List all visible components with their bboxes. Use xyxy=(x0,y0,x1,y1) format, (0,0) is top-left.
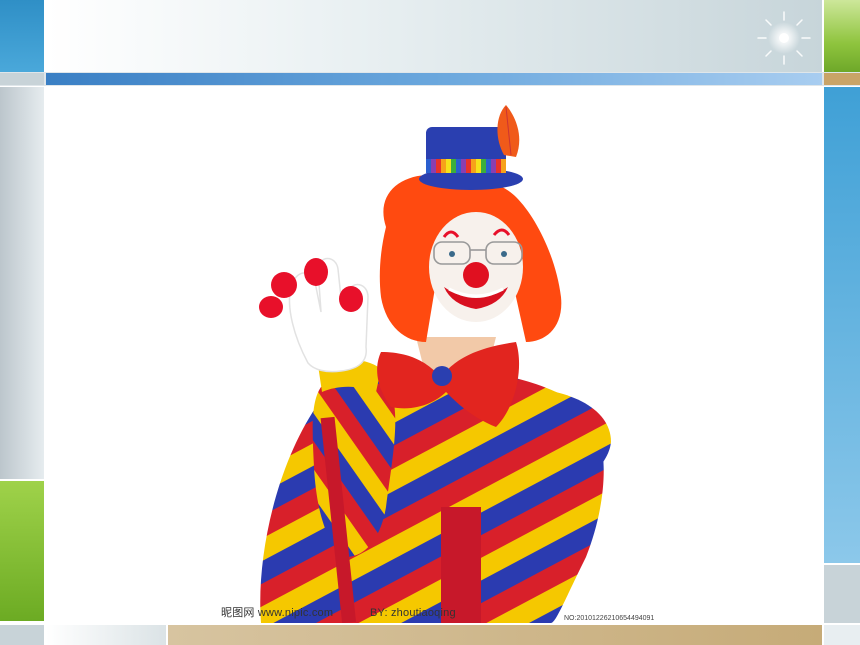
frame-corner-bottom-left xyxy=(0,625,44,645)
red-ball xyxy=(339,286,363,312)
watermark-id-text: NO:20101226210654494091 xyxy=(564,615,655,622)
frame-corner-bottom-right xyxy=(824,625,860,645)
white-glove xyxy=(288,257,369,373)
hat-band xyxy=(426,159,506,173)
clown-nose xyxy=(463,262,489,288)
frame-corner-top-right xyxy=(824,0,860,72)
watermark-site-text: 昵图网 www.nipic.com xyxy=(221,607,334,619)
watermark-id: NO:20101226210654494091 xyxy=(564,607,654,623)
frame-strip-right xyxy=(824,73,860,85)
red-ball xyxy=(304,258,328,286)
frame-right-blue-panel xyxy=(824,87,860,563)
watermark-author-text: BY: zhoutiaoqing xyxy=(370,607,456,619)
watermark-author: BY: zhoutiaoqing xyxy=(370,603,456,621)
sparkle-icon xyxy=(757,11,811,65)
clown-photo xyxy=(259,105,611,623)
frame-left-green-panel xyxy=(0,481,44,621)
frame-strip-left xyxy=(0,73,44,85)
watermark-site: 昵图网 www.nipic.com xyxy=(221,603,333,621)
accent-bar xyxy=(46,73,822,85)
red-ball xyxy=(259,296,283,318)
title-bar xyxy=(46,0,822,72)
frame-right-gray-panel xyxy=(824,565,860,623)
photo-panel: 昵图网 www.nipic.com BY: zhoutiaoqing NO:20… xyxy=(46,87,822,623)
frame-bottom-strip-tan xyxy=(168,625,822,645)
frame-bottom-strip-light xyxy=(46,625,166,645)
frame-corner-top-left xyxy=(0,0,44,72)
frame-left-panel xyxy=(0,87,44,479)
red-ball xyxy=(271,272,297,298)
